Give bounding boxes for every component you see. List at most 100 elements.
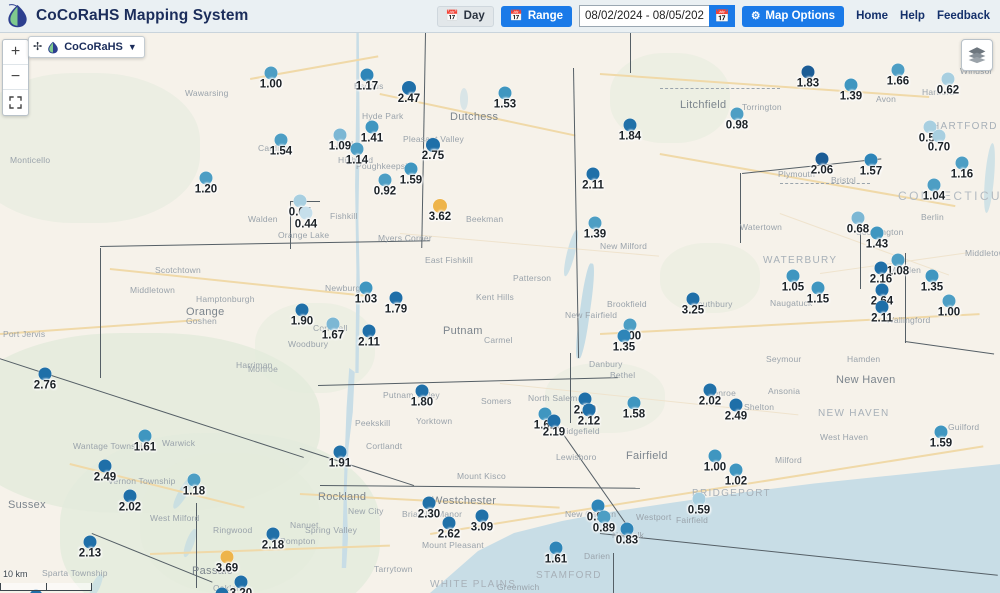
road: [659, 153, 956, 207]
station-marker[interactable]: 2.12: [578, 403, 600, 428]
station-marker[interactable]: 1.39: [584, 216, 606, 241]
station-value-label: 1.67: [321, 329, 345, 342]
station-value-label: 1.84: [618, 130, 642, 143]
station-marker[interactable]: 3.09: [471, 509, 493, 534]
station-marker[interactable]: 1.66: [887, 63, 909, 88]
station-marker[interactable]: 1.18: [183, 473, 205, 498]
station-marker[interactable]: 1.84: [619, 118, 641, 143]
station-marker[interactable]: 1.91: [329, 445, 351, 470]
station-marker[interactable]: 0.83: [616, 522, 638, 547]
station-marker[interactable]: 1.05: [782, 269, 804, 294]
station-marker[interactable]: 3.20: [230, 575, 252, 593]
zoom-controls: + −: [2, 39, 29, 116]
station-dot-icon[interactable]: [215, 587, 229, 593]
station-marker[interactable]: 1.35: [613, 329, 635, 354]
nav-link-feedback[interactable]: Feedback: [937, 10, 990, 22]
station-marker[interactable]: 1.61: [134, 429, 156, 454]
layers-button[interactable]: [961, 39, 993, 71]
station-marker[interactable]: 2.02: [119, 489, 141, 514]
date-range-input[interactable]: 08/02/2024 - 08/05/202: [579, 5, 709, 27]
station-marker[interactable]: 1.79: [385, 291, 407, 316]
nav-link-home[interactable]: Home: [856, 10, 888, 22]
station-marker[interactable]: 0.68: [847, 211, 869, 236]
station-marker[interactable]: 1.83: [797, 65, 819, 90]
station-marker[interactable]: 1.67: [322, 317, 344, 342]
station-marker[interactable]: 2.47: [398, 81, 420, 105]
station-marker[interactable]: 0.70: [928, 129, 950, 154]
station-marker[interactable]: 1.61: [545, 541, 567, 566]
station-marker[interactable]: 1.57: [860, 153, 882, 178]
station-marker[interactable]: 1.00: [938, 294, 960, 319]
station-marker[interactable]: 2.11: [582, 167, 604, 192]
station-marker[interactable]: 1.09: [329, 128, 351, 153]
expand-icon: [9, 96, 22, 109]
station-marker[interactable]: 1.41: [361, 120, 383, 145]
station-marker[interactable]: 2.18: [262, 527, 284, 552]
station-marker[interactable]: 1.35: [921, 269, 943, 294]
station-marker[interactable]: 1.17: [356, 68, 378, 93]
station-marker[interactable]: 0.62: [937, 72, 959, 97]
range-mode-button[interactable]: 📅 Range: [500, 5, 572, 27]
station-marker[interactable]: 0.44: [295, 206, 317, 231]
station-marker[interactable]: 1.54: [270, 133, 292, 158]
station-marker[interactable]: 0.59: [688, 492, 710, 517]
station-marker[interactable]: 1.59: [400, 162, 422, 187]
station-marker[interactable]: 2.11: [358, 324, 380, 349]
station-marker[interactable]: 1.14: [346, 142, 368, 167]
station-marker[interactable]: 1.53: [494, 86, 516, 111]
calendar-picker-button[interactable]: 📅: [709, 5, 735, 27]
station-marker[interactable]: 2.02: [699, 383, 721, 408]
station-marker[interactable]: 0.89: [593, 510, 615, 535]
station-marker[interactable]: 1.43: [866, 226, 888, 251]
station-marker[interactable]: 1.00: [260, 66, 282, 91]
map-options-button[interactable]: ⚙ Map Options: [742, 5, 845, 27]
station-marker[interactable]: 2.62: [438, 516, 460, 541]
station-marker[interactable]: 2.13: [79, 535, 101, 560]
station-marker[interactable]: 2.76: [34, 367, 56, 392]
zoom-out-button[interactable]: −: [3, 65, 28, 90]
station-marker[interactable]: 0.98: [726, 107, 748, 132]
station-marker[interactable]: 1.15: [807, 281, 829, 306]
place-label: Fairfield: [626, 450, 668, 462]
station-marker[interactable]: 3.69: [216, 550, 238, 575]
station-marker[interactable]: 2.64: [871, 283, 893, 308]
terrain-green: [660, 243, 760, 313]
station-marker[interactable]: 2.49: [725, 398, 747, 423]
station-marker[interactable]: 1.58: [623, 396, 645, 421]
zoom-in-button[interactable]: +: [3, 40, 28, 65]
station-marker[interactable]: 2.62: [215, 587, 229, 593]
place-label: Peekskill: [355, 418, 391, 428]
station-marker[interactable]: 2.19: [543, 414, 565, 439]
station-marker[interactable]: 0.92: [374, 173, 396, 198]
station-marker[interactable]: 2.16: [870, 261, 892, 286]
station-marker[interactable]: 2.75: [422, 138, 444, 162]
chevron-down-icon[interactable]: ▼: [128, 42, 137, 52]
nav-link-help[interactable]: Help: [900, 10, 925, 22]
station-marker[interactable]: 3.25: [682, 292, 704, 317]
place-label: Watertown: [740, 222, 783, 232]
station-value-label: 2.11: [871, 312, 893, 325]
day-mode-button[interactable]: 📅 Day: [436, 5, 494, 27]
station-marker[interactable]: 1.03: [355, 281, 377, 306]
station-marker[interactable]: 1.08: [887, 253, 909, 278]
station-marker[interactable]: 1.39: [840, 78, 862, 103]
precipitation-map[interactable]: Wawarsing Monticello Cardiner Walden Orange …: [0, 33, 1000, 593]
station-marker[interactable]: 1.90: [291, 303, 313, 328]
move-handle-icon[interactable]: ✢: [33, 41, 42, 53]
station-marker[interactable]: 2.06: [811, 152, 833, 177]
fullscreen-button[interactable]: [3, 90, 28, 115]
place-label: Brookfield: [607, 299, 647, 309]
data-source-selector[interactable]: ✢ CoCoRaHS ▼: [28, 36, 145, 58]
station-marker[interactable]: 2.49: [94, 459, 116, 484]
station-marker[interactable]: 1.80: [411, 384, 433, 409]
station-marker[interactable]: 1.04: [923, 178, 945, 203]
station-marker[interactable]: 2.30: [418, 496, 440, 521]
station-marker[interactable]: 1.00: [704, 449, 726, 474]
station-marker[interactable]: 1.02: [725, 463, 747, 488]
station-value-label: 1.80: [410, 396, 434, 409]
station-marker[interactable]: 1.16: [951, 156, 973, 181]
station-marker[interactable]: 3.62: [429, 199, 451, 223]
station-marker[interactable]: 1.20: [195, 171, 217, 196]
station-marker[interactable]: 2.11: [871, 300, 893, 325]
station-marker[interactable]: 1.59: [930, 425, 952, 450]
